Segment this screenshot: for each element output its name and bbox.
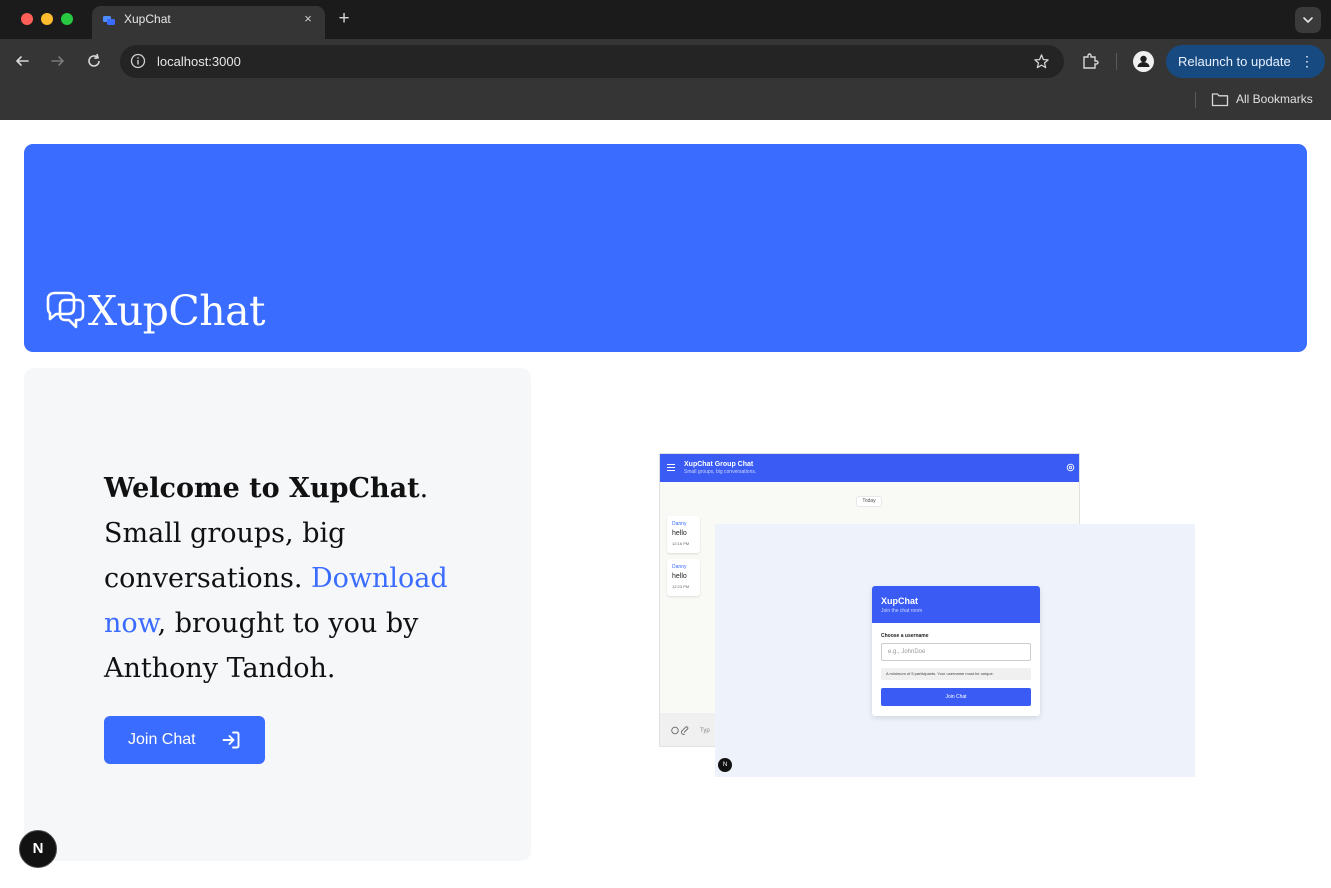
toolbar-divider <box>1116 53 1117 70</box>
bookmarks-divider <box>1195 92 1196 108</box>
message-text: hello <box>672 573 687 580</box>
welcome-card: Welcome to XupChat. Small groups, big co… <box>24 368 531 861</box>
message-bubble: Danny hello 12:23 PM <box>667 559 700 596</box>
tab-xupchat[interactable]: XupChat × <box>92 6 325 39</box>
login-arrow-icon <box>222 731 240 749</box>
join-chat-button[interactable]: Join Chat <box>104 716 265 764</box>
relaunch-label: Relaunch to update <box>1178 54 1291 69</box>
address-bar[interactable]: localhost:3000 <box>120 45 1064 78</box>
welcome-headline-period: . <box>419 473 429 504</box>
all-bookmarks-link[interactable]: All Bookmarks <box>1236 92 1313 106</box>
folder-icon <box>1211 93 1229 107</box>
message-time: 12:16 PM <box>672 541 690 546</box>
menu-icon <box>667 464 675 471</box>
address-text[interactable]: localhost:3000 <box>157 54 241 69</box>
relaunch-update-button[interactable]: Relaunch to update ⋮ <box>1166 45 1325 78</box>
username-input-preview: e.g., JohnDoe <box>881 643 1031 661</box>
message-sender: Danny <box>672 564 687 570</box>
tab-title: XupChat <box>124 12 171 26</box>
message-time: 12:23 PM <box>672 584 690 589</box>
bookmark-star-icon[interactable] <box>1033 53 1050 70</box>
person-icon <box>1137 55 1150 67</box>
chat-preview-input-bar: Typ <box>660 713 716 746</box>
page-content: XupChat Welcome to XupChat. Small groups… <box>0 120 1331 888</box>
welcome-headline: Welcome to XupChat <box>104 473 420 504</box>
nextjs-badge-preview: N <box>718 758 732 772</box>
hero-banner: XupChat <box>24 144 1307 352</box>
browser-toolbar: localhost:3000 Relaunch to update ⋮ <box>0 39 1331 84</box>
message-bubble: Danny hello 12:16 PM <box>667 516 700 553</box>
join-preview-screenshot: XupChat Join the chat room Choose a user… <box>715 524 1195 777</box>
maximize-window-button[interactable] <box>61 13 73 25</box>
chat-preview-header: XupChat Group Chat Small groups, big con… <box>660 454 1079 482</box>
minimize-window-button[interactable] <box>41 13 53 25</box>
join-preview-title: XupChat <box>881 596 918 606</box>
date-chip: Today <box>856 496 882 507</box>
bookmarks-bar: All Bookmarks <box>0 84 1331 120</box>
join-preview-card: XupChat Join the chat room Choose a user… <box>872 586 1040 716</box>
close-window-button[interactable] <box>21 13 33 25</box>
join-chat-label: Join Chat <box>128 731 196 748</box>
chat-preview-subtitle: Small groups, big conversations. <box>684 469 757 475</box>
chevron-down-icon <box>1303 17 1313 24</box>
message-sender: Danny <box>672 521 687 527</box>
settings-icon <box>1066 463 1075 472</box>
new-tab-button[interactable]: + <box>336 9 352 29</box>
username-label: Choose a username <box>881 633 929 639</box>
join-preview-header: XupChat Join the chat room <box>872 586 1040 623</box>
username-note: A minimum of 5 participants. Your userna… <box>881 668 1031 680</box>
browser-chrome: XupChat × + localhost:3000 Relaunch to u… <box>0 0 1331 120</box>
chat-preview-title: XupChat Group Chat <box>684 461 754 468</box>
join-chat-button-preview: Join Chat <box>881 688 1031 706</box>
forward-arrow-icon[interactable] <box>48 51 68 71</box>
nextjs-dev-badge[interactable]: N <box>19 830 57 868</box>
chat-bubbles-icon <box>46 291 85 329</box>
site-info-icon[interactable] <box>130 53 146 69</box>
tab-search-button[interactable] <box>1295 7 1321 33</box>
chat-bubbles-icon <box>103 16 115 25</box>
welcome-body-start: Small groups, big conversations. <box>104 518 346 594</box>
emoji-attach-icons <box>671 726 689 735</box>
close-tab-icon[interactable]: × <box>301 12 315 26</box>
back-arrow-icon[interactable] <box>12 51 32 71</box>
profile-avatar-icon[interactable] <box>1133 51 1154 72</box>
extensions-icon[interactable] <box>1081 52 1099 70</box>
welcome-paragraph: Welcome to XupChat. Small groups, big co… <box>104 466 449 691</box>
join-preview-subtitle: Join the chat room <box>881 608 923 614</box>
tab-strip: XupChat × + <box>0 0 1331 39</box>
message-input-placeholder: Typ <box>700 728 710 734</box>
more-menu-icon[interactable]: ⋮ <box>1300 45 1314 78</box>
message-text: hello <box>672 530 687 537</box>
brand-logo-text: XupChat <box>88 287 266 335</box>
reload-icon[interactable] <box>84 51 104 71</box>
